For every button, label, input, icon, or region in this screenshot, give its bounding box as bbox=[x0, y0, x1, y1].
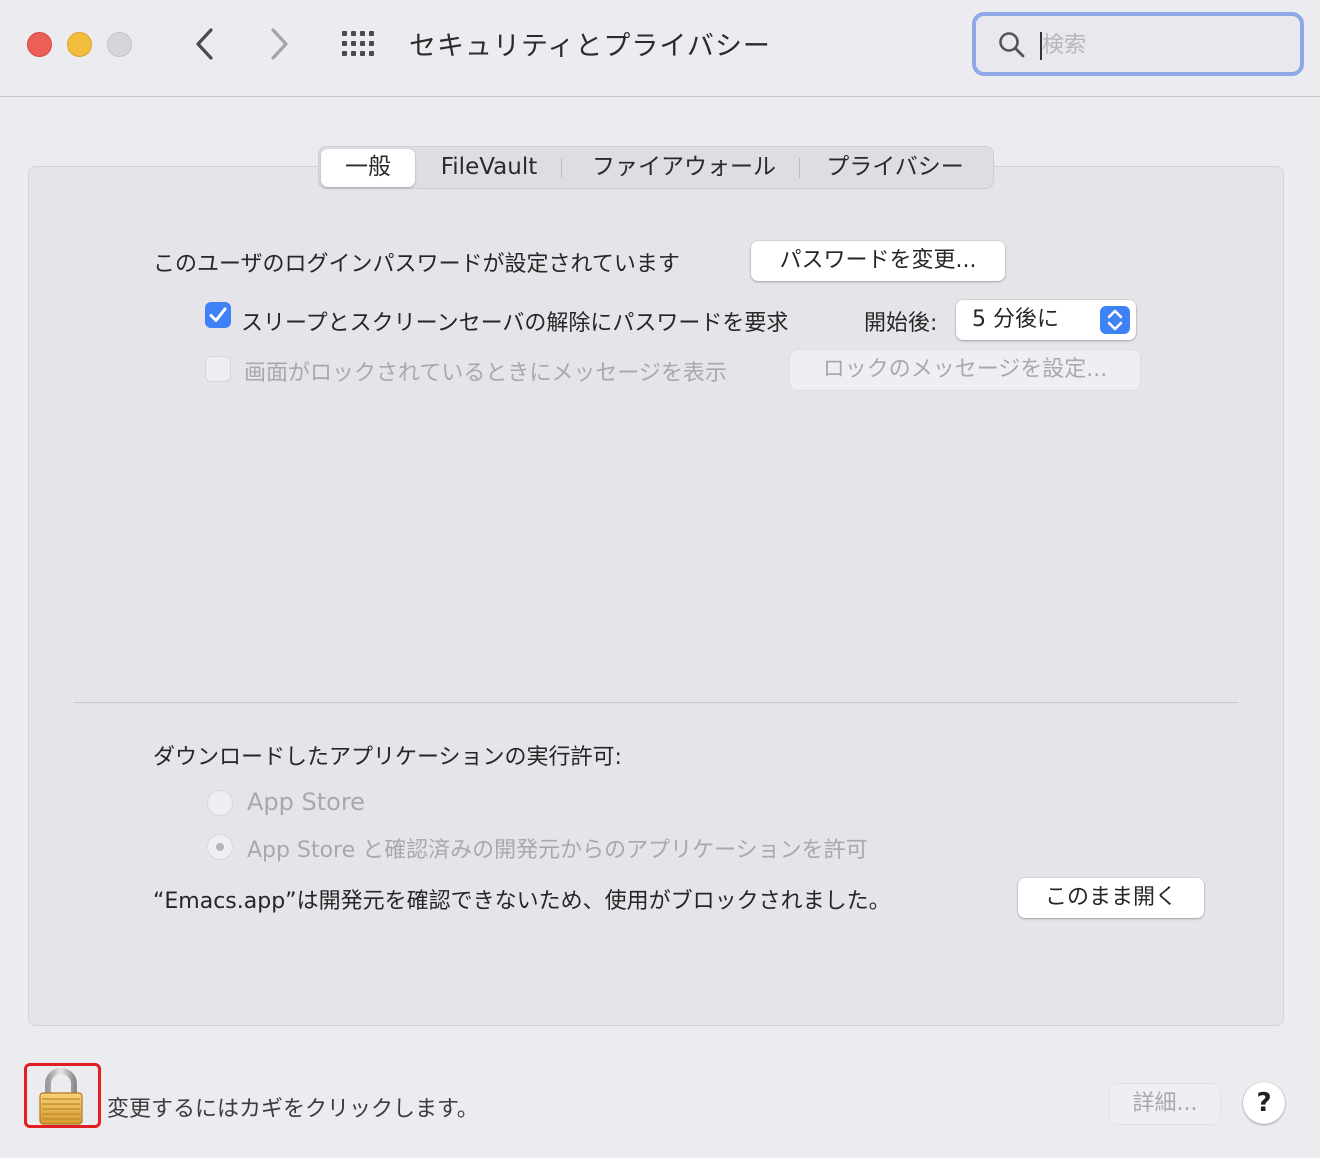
require-password-checkbox[interactable] bbox=[205, 302, 231, 328]
radio-app-store-identified-label: App Store と確認済みの開発元からのアプリケーションを許可 bbox=[247, 838, 868, 863]
show-message-checkbox[interactable] bbox=[205, 356, 231, 382]
require-password-delay-select[interactable]: 5 分後に bbox=[956, 300, 1136, 340]
back-button[interactable] bbox=[190, 24, 220, 64]
lock-button[interactable] bbox=[36, 1068, 86, 1126]
tab-separator bbox=[561, 158, 562, 178]
tab-filevault[interactable]: FileVault bbox=[423, 147, 555, 188]
open-anyway-button[interactable]: このまま開く bbox=[1018, 878, 1204, 918]
radio-selected-dot bbox=[216, 843, 224, 851]
downloads-heading: ダウンロードしたアプリケーションの実行許可: bbox=[153, 745, 622, 770]
search-field[interactable] bbox=[972, 12, 1304, 76]
after-label: 開始後: bbox=[864, 311, 938, 336]
tab-bar: 一般 FileVault ファイアウォール プライバシー bbox=[318, 146, 994, 189]
tab-general[interactable]: 一般 bbox=[321, 149, 415, 187]
tab-firewall[interactable]: ファイアウォール bbox=[571, 147, 797, 188]
show-all-button[interactable] bbox=[340, 30, 380, 58]
grid-icon bbox=[342, 31, 374, 56]
password-status-label: このユーザのログインパスワードが設定されています bbox=[153, 252, 680, 277]
radio-app-store-identified[interactable] bbox=[207, 834, 233, 860]
change-password-button[interactable]: パスワードを変更... bbox=[751, 241, 1005, 281]
lock-hint-label: 変更するにはカギをクリックします。 bbox=[107, 1097, 479, 1122]
show-message-label: 画面がロックされているときにメッセージを表示 bbox=[244, 361, 727, 386]
search-icon bbox=[999, 32, 1025, 58]
radio-app-store[interactable] bbox=[207, 790, 233, 816]
select-value: 5 分後に bbox=[972, 307, 1059, 332]
advanced-button[interactable]: 詳細... bbox=[1110, 1084, 1220, 1124]
tab-separator bbox=[799, 158, 800, 178]
search-input[interactable] bbox=[1042, 29, 1282, 61]
lock-icon bbox=[39, 1068, 83, 1125]
title-bar: セキュリティとプライバシー bbox=[0, 0, 1320, 97]
updown-arrows-icon bbox=[1100, 306, 1130, 334]
close-button[interactable] bbox=[27, 32, 52, 57]
require-password-label: スリープとスクリーンセーバの解除にパスワードを要求 bbox=[241, 311, 789, 336]
radio-app-store-label: App Store bbox=[247, 788, 365, 816]
chevron-left-icon bbox=[196, 28, 213, 60]
minimize-button[interactable] bbox=[67, 32, 92, 57]
section-divider bbox=[74, 702, 1238, 703]
zoom-button[interactable] bbox=[107, 32, 132, 57]
forward-button[interactable] bbox=[264, 24, 294, 64]
help-button[interactable]: ? bbox=[1243, 1082, 1285, 1124]
blocked-app-message: “Emacs.app”は開発元を確認できないため、使用がブロックされました。 bbox=[153, 889, 891, 914]
checkmark-icon bbox=[209, 307, 227, 322]
chevron-right-icon bbox=[271, 28, 288, 60]
window-title: セキュリティとプライバシー bbox=[409, 31, 771, 62]
set-lock-message-button[interactable]: ロックのメッセージを設定... bbox=[790, 350, 1140, 390]
tab-privacy[interactable]: プライバシー bbox=[807, 147, 983, 188]
